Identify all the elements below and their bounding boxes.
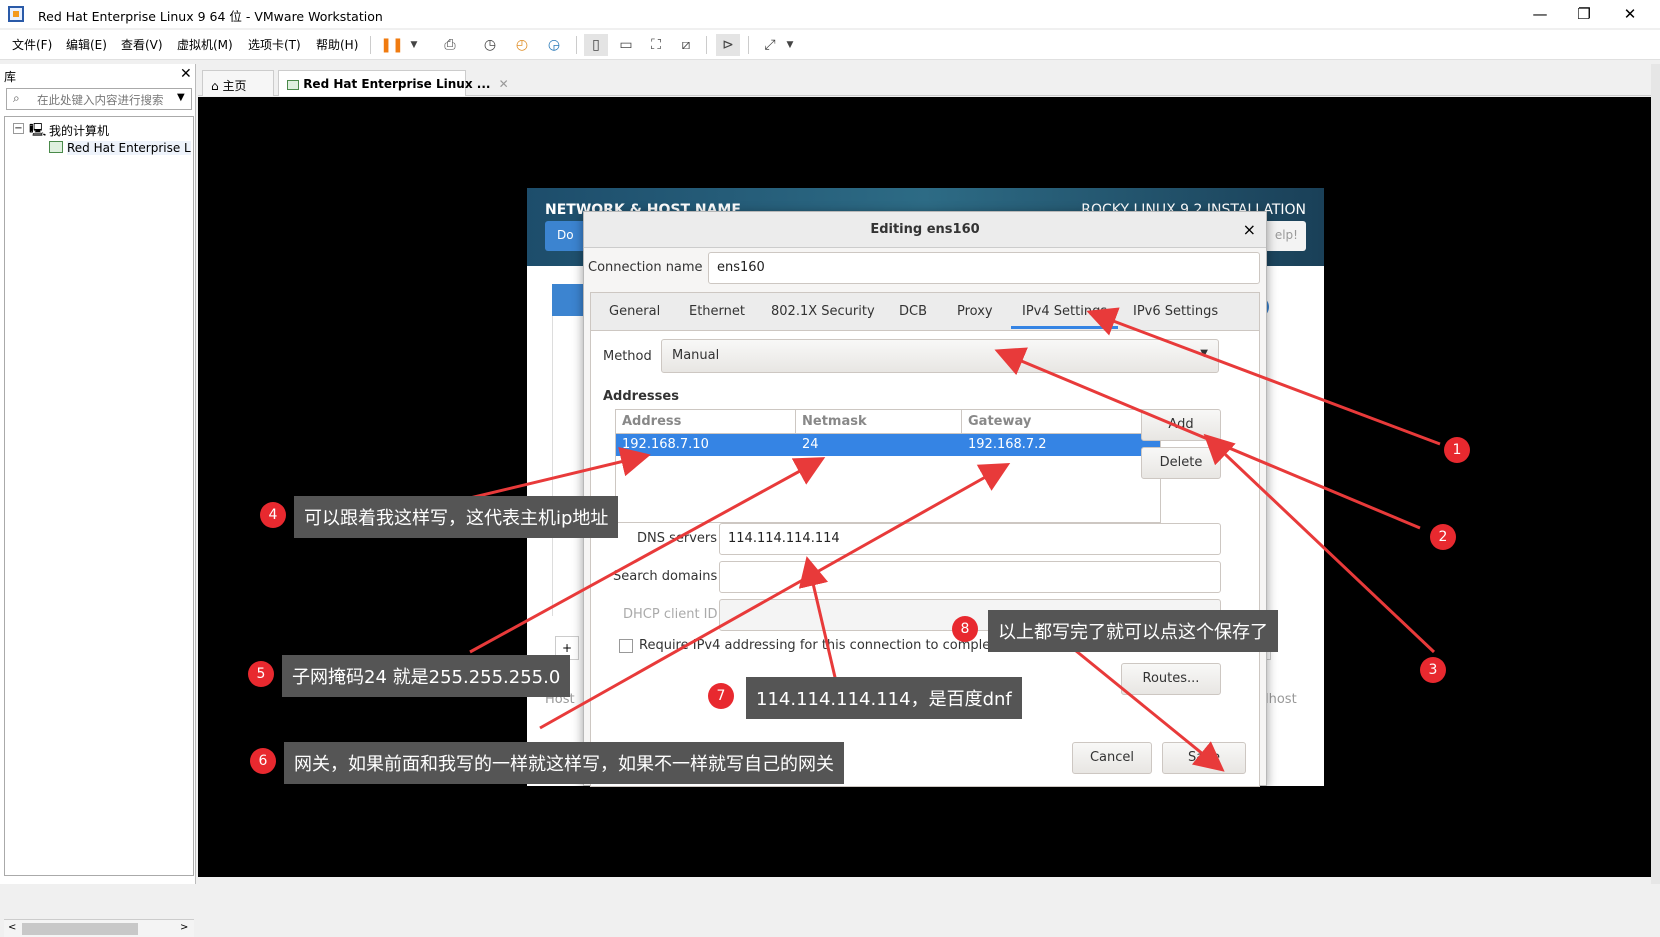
annotation-2-badge: 2 <box>1430 524 1456 550</box>
annotation-5-badge: 5 <box>248 661 274 687</box>
annotation-8-badge: 8 <box>952 616 978 642</box>
arrow-5 <box>469 457 826 654</box>
annotation-6-text: 网关，如果前面和我写的一样就这样写，如果不一样就写自己的网关 <box>284 742 844 784</box>
arrow-8 <box>1069 644 1225 772</box>
annotation-4-text: 可以跟着我这样写，这代表主机ip地址 <box>294 496 619 538</box>
annotation-1-text: 选择ipv4设置 <box>1490 444 1601 465</box>
annotation-4-badge: 4 <box>260 502 286 528</box>
annotation-5-text: 子网掩码24 就是255.255.255.0 <box>282 655 571 697</box>
arrow-4 <box>469 447 651 500</box>
annotation-7-text: 114.114.114.114，是百度dnf <box>746 677 1022 719</box>
annotation-6-badge: 6 <box>250 748 276 774</box>
arrow-1 <box>1086 307 1441 446</box>
scroll-right-icon[interactable]: > <box>180 922 188 933</box>
scroll-thumb[interactable] <box>22 923 138 935</box>
annotation-8-text: 以上都写完了就可以点这个保存了 <box>988 610 1278 652</box>
arrow-7 <box>798 556 840 691</box>
annotation-2-text: 选中手动配置 <box>1476 531 1584 552</box>
annotation-3-text: 添加地址 <box>1466 664 1538 685</box>
annotation-1-badge: 1 <box>1444 437 1470 463</box>
library-scrollbar[interactable]: < > <box>4 919 194 937</box>
annotation-3-badge: 3 <box>1420 657 1446 683</box>
annotation-7-badge: 7 <box>708 683 734 709</box>
scroll-left-icon[interactable]: < <box>8 922 16 933</box>
